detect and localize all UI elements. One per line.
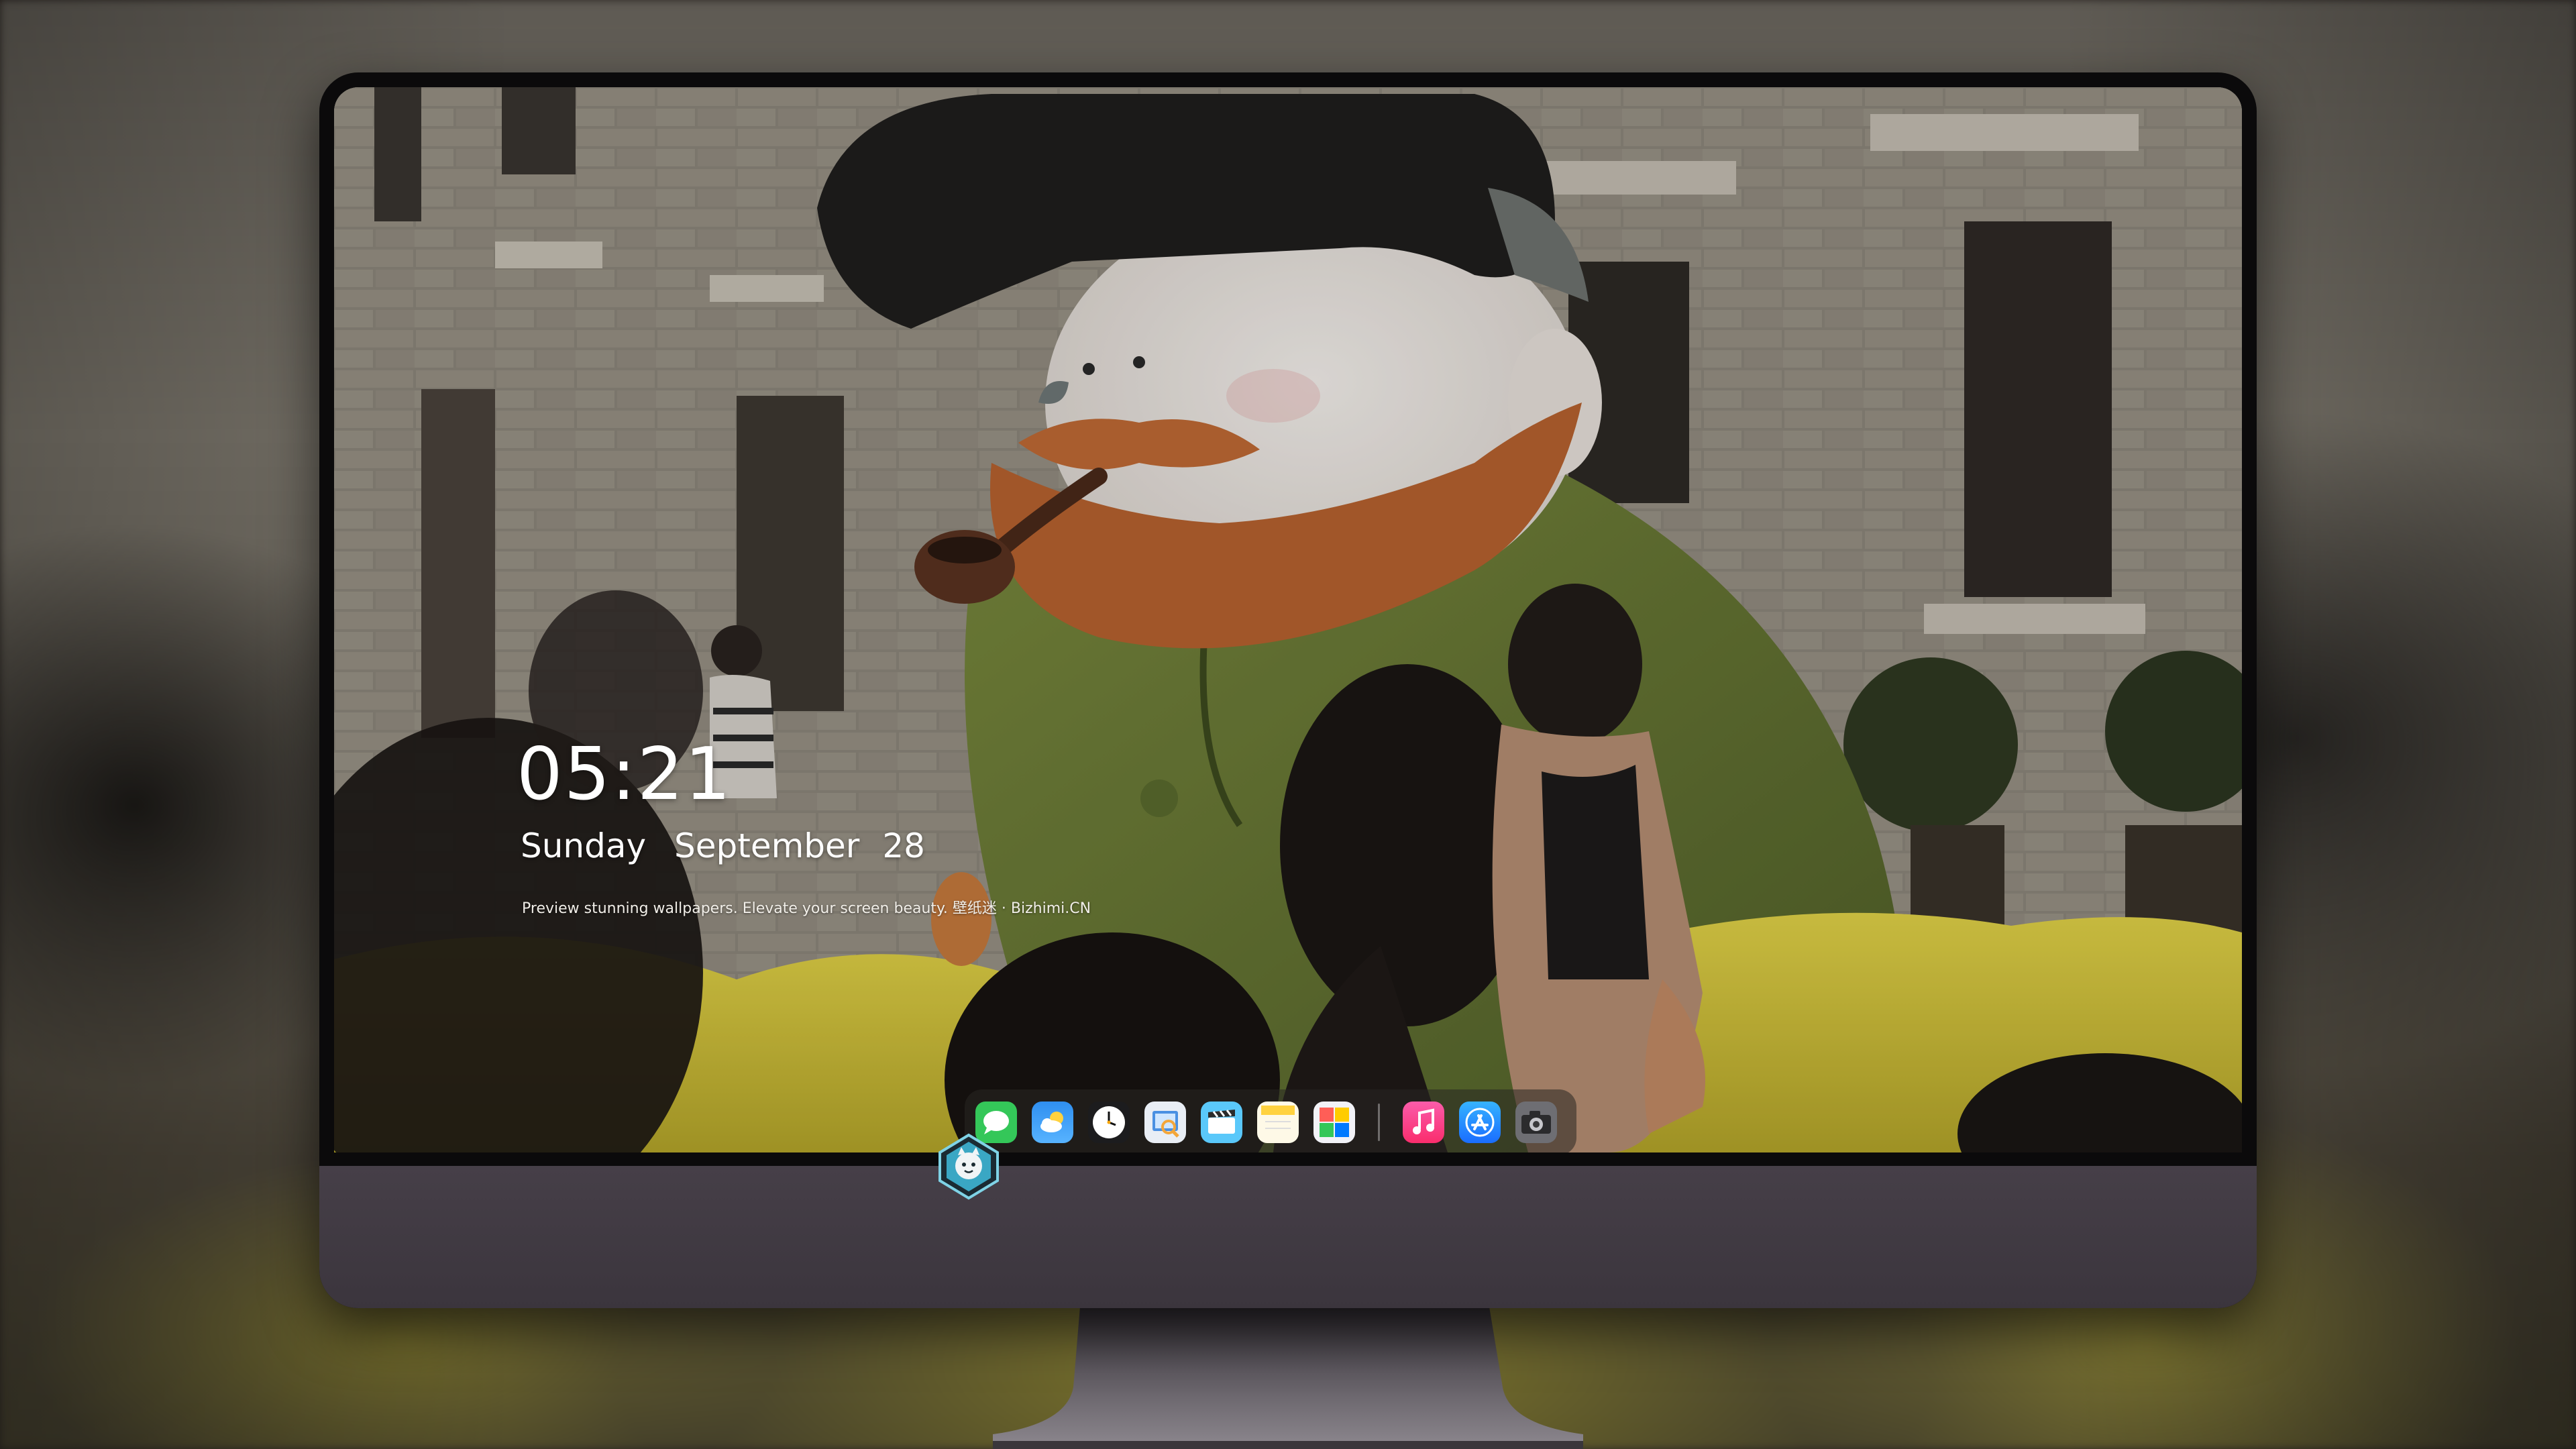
dock-separator [1378, 1104, 1380, 1141]
monitor: 05:21 Sunday September 28 Preview stunnin… [319, 72, 2257, 1308]
monitor-stand [993, 1307, 1583, 1449]
music-icon[interactable] [1403, 1102, 1444, 1143]
clips-icon[interactable] [1201, 1102, 1242, 1143]
camera-icon[interactable] [1515, 1102, 1557, 1143]
wallpaper-tagline: Preview stunning wallpapers. Elevate you… [522, 900, 1091, 917]
brand-logo-icon [938, 1133, 999, 1200]
lock-clock: 05:21 [517, 733, 733, 816]
photo-booth-icon[interactable] [1313, 1102, 1355, 1143]
weather-icon[interactable] [1032, 1102, 1073, 1143]
lock-screen: 05:21 Sunday September 28 Preview stunnin… [334, 87, 2242, 1152]
date-weekday: Sunday [521, 826, 647, 865]
lock-date: Sunday September 28 [521, 826, 925, 865]
clock-icon[interactable] [1088, 1102, 1130, 1143]
dock [965, 1089, 1576, 1152]
notes-icon[interactable] [1257, 1102, 1299, 1143]
preview-icon[interactable] [1144, 1102, 1186, 1143]
app-store-icon[interactable] [1459, 1102, 1501, 1143]
monitor-chin [319, 1166, 2257, 1308]
wallpaper-image [334, 87, 2242, 1152]
date-day: 28 [882, 826, 925, 865]
date-month: September [674, 826, 860, 865]
